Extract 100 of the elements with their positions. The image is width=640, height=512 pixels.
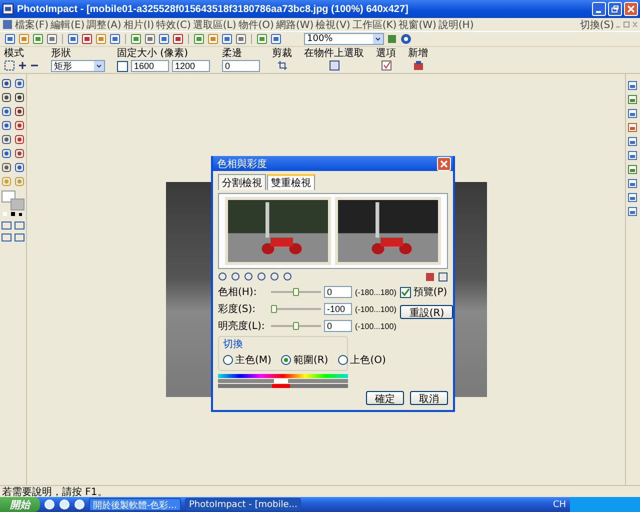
- tool-icon[interactable]: [1, 106, 12, 117]
- menu-item[interactable]: 選取區(L): [192, 18, 236, 32]
- toolbar-icon[interactable]: [18, 33, 30, 45]
- menu-item[interactable]: 說明(H): [438, 18, 474, 32]
- tool-icon[interactable]: [14, 134, 25, 145]
- toolbar-icon[interactable]: [221, 33, 233, 45]
- color-swatch-drawing[interactable]: [1, 190, 25, 218]
- slider-track[interactable]: [271, 322, 321, 330]
- toolbar-icon[interactable]: [32, 33, 44, 45]
- minimize-button[interactable]: [592, 2, 606, 16]
- feather-field[interactable]: 0: [222, 60, 260, 72]
- toolbar-icon[interactable]: [158, 33, 170, 45]
- panel-icon[interactable]: [627, 164, 638, 175]
- taskbar-button[interactable]: 開於後製軟體-色彩...: [89, 498, 181, 511]
- menu-item[interactable]: 檢視(V): [316, 18, 350, 32]
- tool-icon[interactable]: [14, 92, 25, 103]
- crop-icon[interactable]: [276, 60, 288, 71]
- menu-item[interactable]: 相片(I): [123, 18, 154, 32]
- toolbar-icon[interactable]: [144, 33, 156, 45]
- toolbar-icon[interactable]: [109, 33, 121, 45]
- checkmark-icon[interactable]: [380, 60, 392, 71]
- reset-button[interactable]: 重設(R): [400, 305, 454, 319]
- width-field[interactable]: 1600: [131, 60, 169, 72]
- fixed-size-checkbox[interactable]: [117, 60, 128, 72]
- toolbar-icon[interactable]: [270, 33, 282, 45]
- tool-icon[interactable]: [14, 221, 25, 230]
- plus-icon[interactable]: [18, 61, 27, 70]
- menu-item[interactable]: 調整(A): [86, 18, 122, 32]
- toolbar-icon[interactable]: [81, 33, 93, 45]
- toolbar-icon[interactable]: [193, 33, 205, 45]
- toolbar-icon[interactable]: [235, 33, 247, 45]
- tool-icon[interactable]: [1, 78, 12, 89]
- tool-icon[interactable]: [1, 162, 12, 173]
- panel-icon[interactable]: [627, 108, 638, 119]
- menu-item[interactable]: 網路(W): [276, 18, 314, 32]
- tool-icon[interactable]: [1, 92, 12, 103]
- language-indicator[interactable]: CH: [552, 500, 566, 510]
- menu-item[interactable]: 工作區(K): [352, 18, 397, 32]
- toolbar-icon[interactable]: [95, 33, 107, 45]
- menu-item[interactable]: 特效(C): [156, 18, 191, 32]
- select-object-icon[interactable]: [328, 60, 340, 71]
- zoom-dropdown[interactable]: 100%: [304, 33, 384, 45]
- quick-launch-icon[interactable]: [59, 499, 70, 510]
- selection-icon[interactable]: [4, 60, 15, 71]
- toolbar-icon[interactable]: [130, 33, 142, 45]
- panel-icon[interactable]: [627, 136, 638, 147]
- tool-icon[interactable]: [14, 148, 25, 159]
- menu-item[interactable]: 編輯(E): [50, 18, 85, 32]
- menu-item[interactable]: 物件(O): [238, 18, 274, 32]
- toolbar-icon[interactable]: [386, 33, 398, 45]
- tool-icon[interactable]: [14, 106, 25, 117]
- value-field[interactable]: 0: [324, 286, 352, 298]
- preview-checkbox[interactable]: [400, 286, 412, 298]
- panel-icon[interactable]: [627, 178, 638, 189]
- tool-icon[interactable]: [1, 233, 12, 242]
- view-tab[interactable]: 雙重檢視: [267, 174, 315, 190]
- toolbar-icon[interactable]: [256, 33, 268, 45]
- toolbar-icon[interactable]: [4, 33, 16, 45]
- toolbar-icon[interactable]: [46, 33, 58, 45]
- slider-thumb[interactable]: [271, 305, 277, 313]
- shape-dropdown[interactable]: 矩形: [51, 60, 105, 72]
- new-icon[interactable]: [412, 60, 424, 71]
- panel-icon[interactable]: [627, 150, 638, 161]
- panel-icon[interactable]: [627, 80, 638, 91]
- slider-thumb[interactable]: [293, 322, 299, 330]
- menu-item[interactable]: 視窗(W): [398, 18, 436, 32]
- slider-track[interactable]: [271, 305, 321, 313]
- view-tab[interactable]: 分割檢視: [218, 174, 266, 190]
- menu-item[interactable]: 檔案(F): [15, 18, 49, 32]
- radio-button[interactable]: [338, 355, 348, 365]
- tool-icon[interactable]: [14, 120, 25, 131]
- close-button[interactable]: [437, 156, 451, 170]
- slider-thumb[interactable]: [293, 288, 299, 296]
- slider-track[interactable]: [271, 288, 321, 296]
- menu-item[interactable]: 切換(S): [580, 18, 614, 32]
- tool-icon[interactable]: [14, 162, 25, 173]
- radio-button[interactable]: [223, 355, 233, 365]
- quick-launch-icon[interactable]: [44, 499, 55, 510]
- tool-icon[interactable]: [1, 221, 12, 230]
- quick-launch-icon[interactable]: [74, 499, 85, 510]
- help-icon[interactable]: [400, 33, 412, 45]
- panel-icon[interactable]: [627, 206, 638, 217]
- restore-button[interactable]: [608, 2, 622, 16]
- value-field[interactable]: 0: [324, 320, 352, 332]
- close-button[interactable]: [624, 2, 638, 16]
- value-field[interactable]: -100: [324, 303, 352, 315]
- dialog-button[interactable]: 取消: [410, 391, 448, 405]
- toolbar-icon[interactable]: [67, 33, 79, 45]
- hue-range-drawing[interactable]: [218, 374, 348, 388]
- radio-button[interactable]: [281, 355, 292, 365]
- height-field[interactable]: 1200: [172, 60, 210, 72]
- toolbar-icon[interactable]: [172, 33, 184, 45]
- tool-icon[interactable]: [1, 120, 12, 131]
- panel-icon[interactable]: [627, 192, 638, 203]
- tool-icon[interactable]: [1, 148, 12, 159]
- taskbar-button[interactable]: PhotoImpact - [mobile...: [185, 498, 302, 511]
- panel-icon[interactable]: [627, 94, 638, 105]
- tool-icon[interactable]: [14, 78, 25, 89]
- tool-icon[interactable]: [14, 233, 25, 242]
- panel-icon[interactable]: [627, 122, 638, 133]
